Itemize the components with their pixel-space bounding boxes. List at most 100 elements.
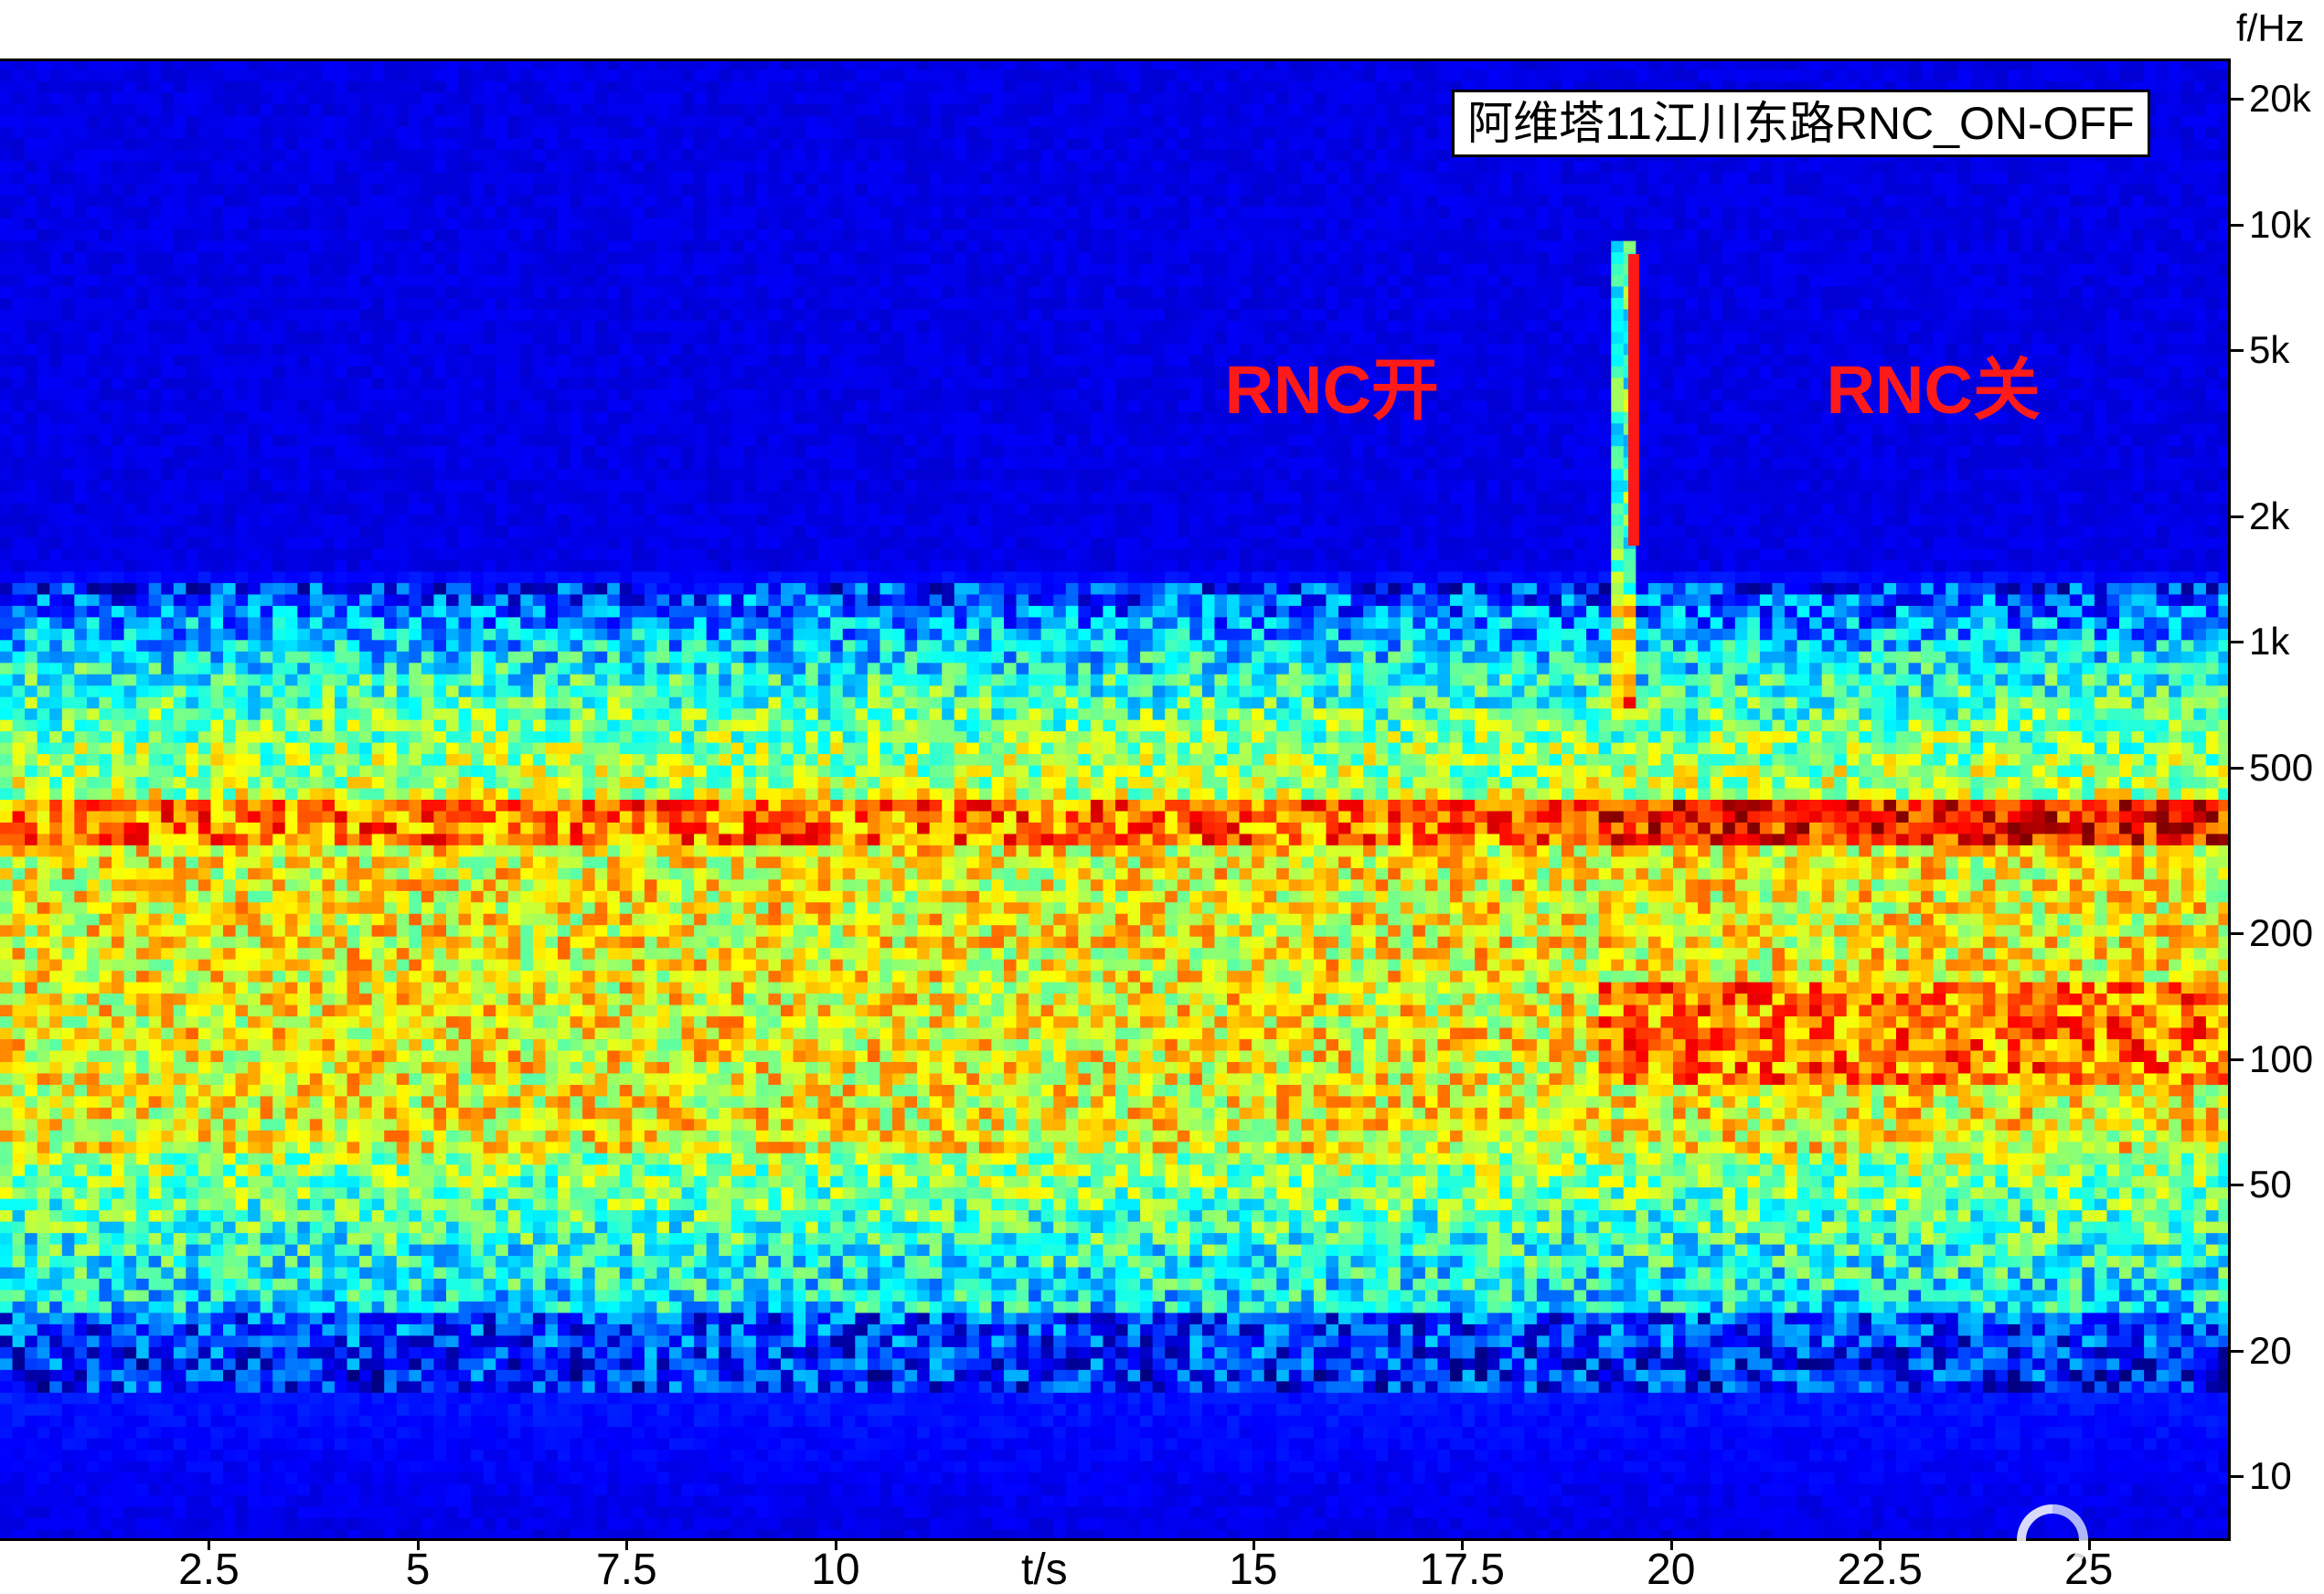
heatmap-cell bbox=[124, 104, 137, 116]
heatmap-cell bbox=[1240, 150, 1253, 162]
heatmap-cell bbox=[743, 241, 756, 253]
heatmap-cell bbox=[1698, 196, 1711, 207]
heatmap-cell bbox=[149, 298, 162, 310]
heatmap-cell bbox=[1140, 81, 1153, 93]
heatmap-cell bbox=[1153, 115, 1166, 127]
heatmap-cell bbox=[1115, 58, 1128, 70]
heatmap-cell bbox=[1760, 264, 1773, 276]
heatmap-cell bbox=[310, 332, 323, 344]
heatmap-cell bbox=[868, 207, 880, 218]
heatmap-cell bbox=[272, 81, 285, 93]
heatmap-cell bbox=[1227, 321, 1240, 333]
heatmap-cell bbox=[1562, 264, 1574, 276]
heatmap-cell bbox=[124, 184, 137, 196]
heatmap-cell bbox=[520, 367, 533, 378]
heatmap-cell bbox=[2169, 150, 2181, 162]
heatmap-cell bbox=[1252, 173, 1264, 185]
heatmap-cell bbox=[223, 241, 236, 253]
heatmap-cell bbox=[1599, 241, 1612, 253]
heatmap-cell bbox=[1189, 127, 1202, 139]
heatmap-cell bbox=[2169, 196, 2181, 207]
heatmap-cell bbox=[347, 252, 360, 264]
heatmap-cell bbox=[558, 92, 570, 104]
heatmap-cell bbox=[1896, 275, 1909, 287]
heatmap-cell bbox=[818, 81, 831, 93]
heatmap-cell bbox=[397, 275, 410, 287]
heatmap-cell bbox=[1921, 264, 1934, 276]
heatmap-cell bbox=[74, 321, 87, 333]
heatmap-cell bbox=[49, 81, 62, 93]
heatmap-cell bbox=[607, 344, 620, 356]
heatmap-cell bbox=[1487, 173, 1500, 185]
heatmap-cell bbox=[1091, 69, 1103, 81]
heatmap-cell bbox=[1425, 264, 1438, 276]
heatmap-cell bbox=[1301, 81, 1314, 93]
heatmap-cell bbox=[1698, 355, 1711, 367]
heatmap-cell bbox=[1053, 355, 1066, 367]
heatmap-cell bbox=[2020, 241, 2033, 253]
heatmap-cell bbox=[979, 229, 992, 241]
heatmap-cell bbox=[794, 81, 806, 93]
heatmap-cell bbox=[1128, 264, 1141, 276]
heatmap-cell bbox=[533, 332, 546, 344]
heatmap-cell bbox=[149, 92, 162, 104]
heatmap-cell bbox=[2119, 298, 2132, 310]
heatmap-cell bbox=[582, 298, 595, 310]
heatmap-cell bbox=[1338, 332, 1351, 344]
heatmap-cell bbox=[297, 207, 310, 218]
heatmap-cell bbox=[484, 218, 496, 230]
heatmap-cell bbox=[1425, 321, 1438, 333]
heatmap-cell bbox=[1698, 332, 1711, 344]
heatmap-cell bbox=[74, 173, 87, 185]
heatmap-cell bbox=[446, 355, 459, 367]
heatmap-cell bbox=[607, 196, 620, 207]
heatmap-cell bbox=[1995, 229, 2008, 241]
heatmap-cell bbox=[1760, 309, 1773, 321]
heatmap-cell bbox=[471, 127, 484, 139]
heatmap-cell bbox=[645, 58, 657, 70]
heatmap-cell bbox=[2082, 207, 2095, 218]
heatmap-cell bbox=[595, 332, 608, 344]
heatmap-cell bbox=[1921, 196, 1934, 207]
heatmap-cell bbox=[1537, 161, 1550, 173]
heatmap-cell bbox=[2132, 355, 2145, 367]
heatmap-cell bbox=[1338, 92, 1351, 104]
heatmap-cell bbox=[310, 127, 323, 139]
heatmap-cell bbox=[2181, 264, 2194, 276]
heatmap-cell bbox=[384, 241, 397, 253]
heatmap-cell bbox=[1401, 332, 1413, 344]
heatmap-cell bbox=[966, 218, 979, 230]
heatmap-cell bbox=[1314, 196, 1327, 207]
heatmap-cell bbox=[855, 218, 868, 230]
heatmap-cell bbox=[942, 92, 954, 104]
heatmap-cell bbox=[645, 275, 657, 287]
heatmap-cell bbox=[1958, 218, 1971, 230]
heatmap-cell bbox=[694, 81, 707, 93]
heatmap-cell bbox=[1017, 298, 1029, 310]
heatmap-cell bbox=[620, 218, 633, 230]
heatmap-cell bbox=[1909, 58, 1922, 70]
heatmap-cell bbox=[297, 287, 310, 299]
heatmap-cell bbox=[1871, 196, 1884, 207]
heatmap-cell bbox=[1004, 241, 1017, 253]
heatmap-cell bbox=[2132, 241, 2145, 253]
heatmap-cell bbox=[1599, 275, 1612, 287]
heatmap-cell bbox=[1066, 161, 1079, 173]
heatmap-cell bbox=[843, 173, 856, 185]
heatmap-cell bbox=[1314, 321, 1327, 333]
heatmap-cell bbox=[607, 241, 620, 253]
heatmap-cell bbox=[1698, 264, 1711, 276]
heatmap-cell bbox=[508, 92, 521, 104]
heatmap-cell bbox=[731, 58, 744, 70]
heatmap-cell bbox=[384, 332, 397, 344]
heatmap-cell bbox=[459, 332, 472, 344]
heatmap-cell bbox=[1413, 115, 1425, 127]
heatmap-cell bbox=[855, 81, 868, 93]
heatmap-cell bbox=[620, 127, 633, 139]
heatmap-cell bbox=[682, 92, 695, 104]
heatmap-cell bbox=[1437, 58, 1450, 70]
heatmap-cell bbox=[261, 218, 273, 230]
heatmap-cell bbox=[1153, 355, 1166, 367]
heatmap-cell bbox=[508, 275, 521, 287]
heatmap-cell bbox=[1289, 69, 1302, 81]
